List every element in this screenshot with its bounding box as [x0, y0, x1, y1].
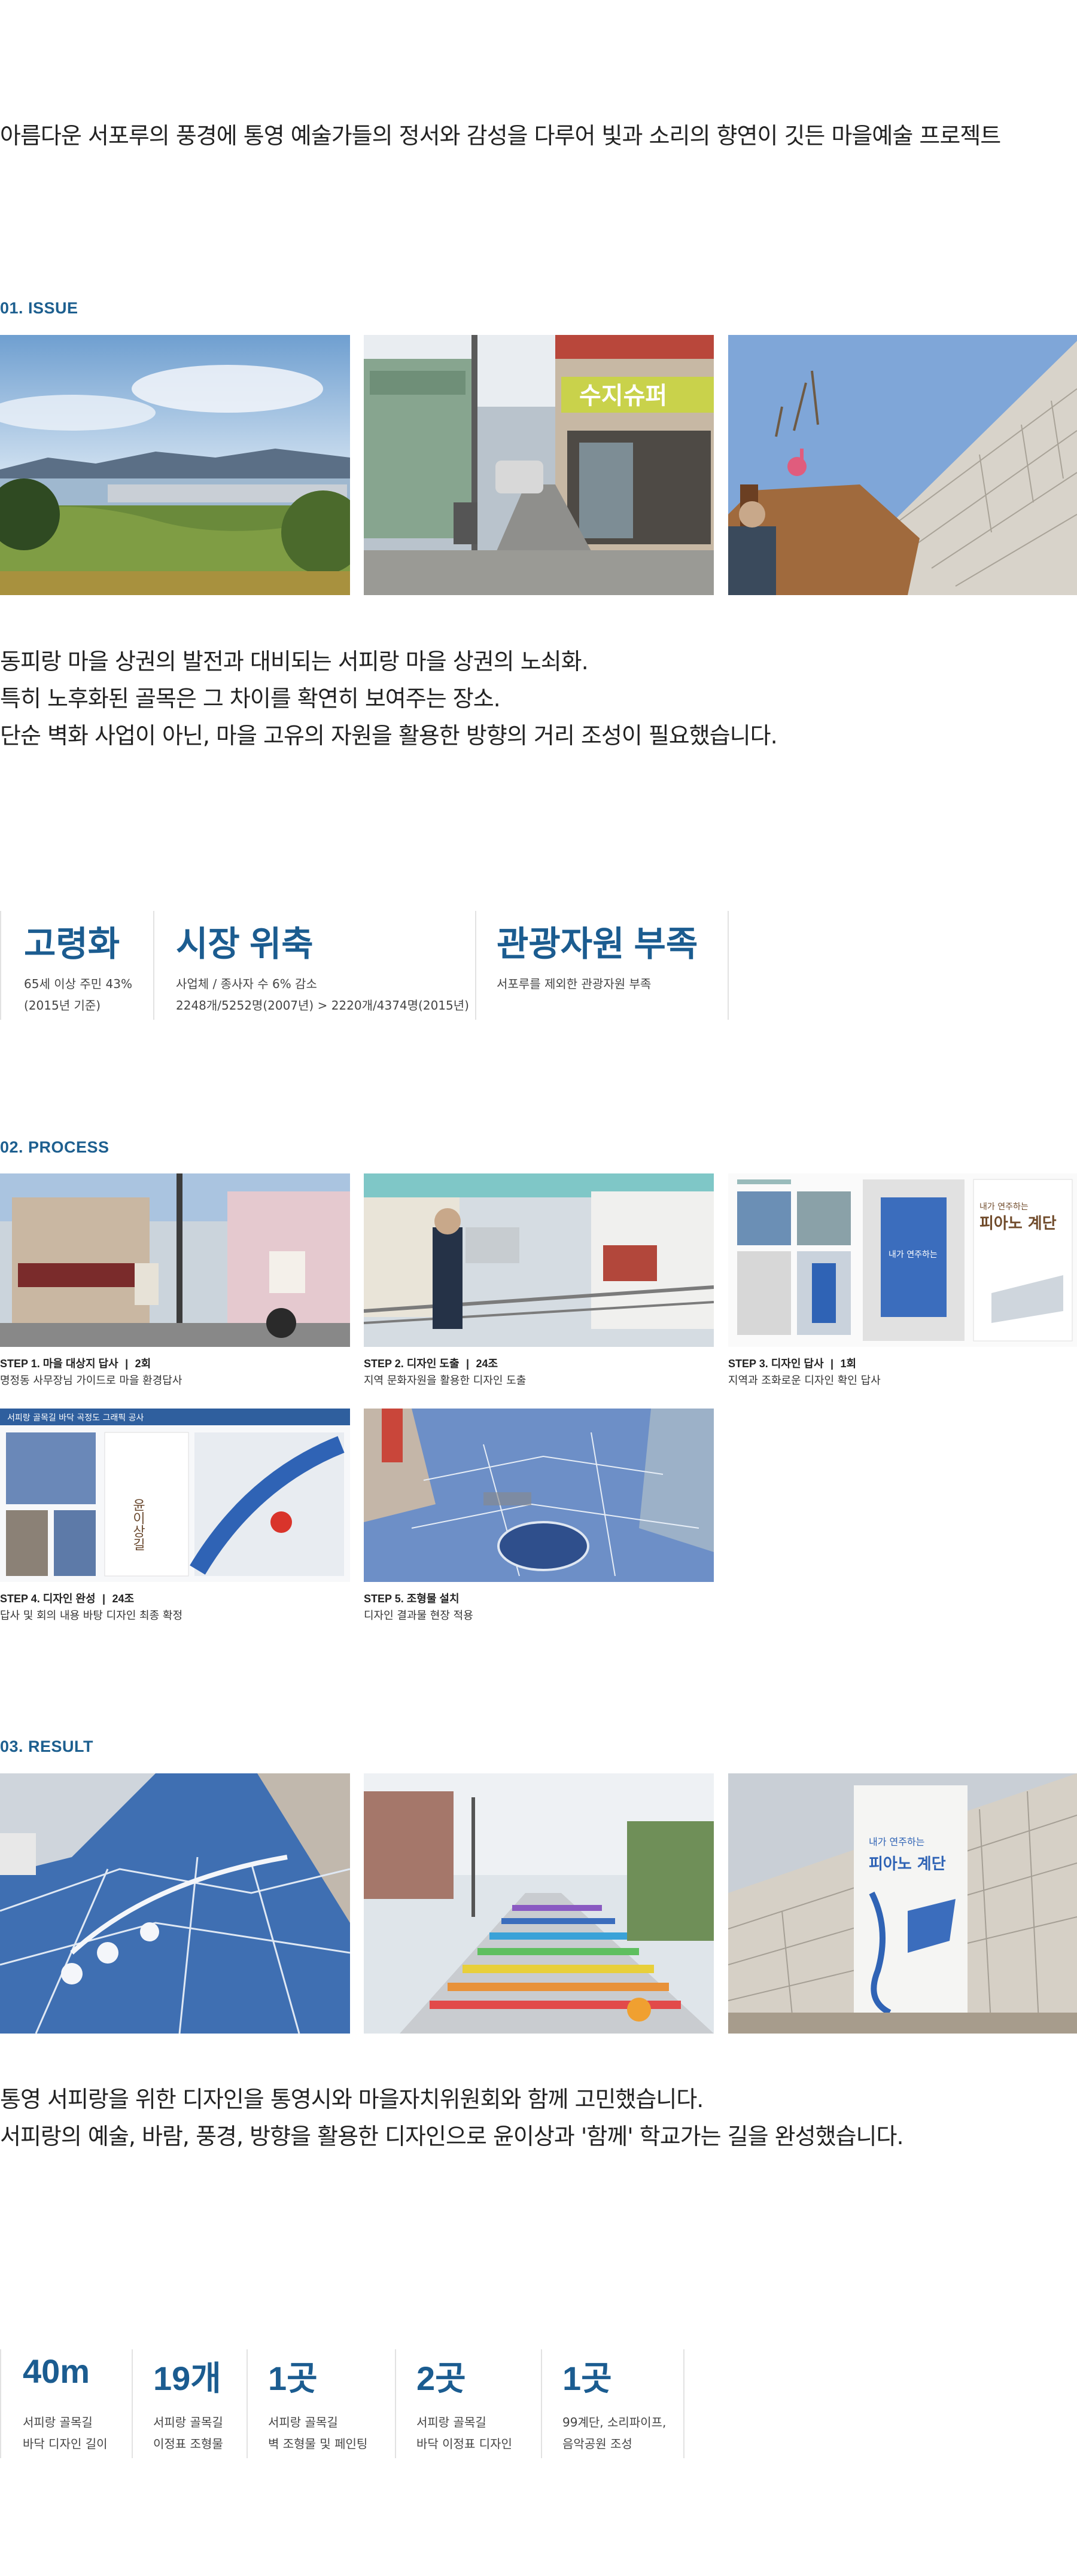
wall-text: 내가 연주하는 — [869, 1836, 924, 1848]
result-line-2: 서피랑의 예술, 바람, 풍경, 방향을 활용한 디자인으로 윤이상과 '함께'… — [0, 2123, 904, 2150]
step-separator: | — [102, 1593, 106, 1605]
step3-caption: STEP 3. 디자인 답사 | 1회지역과 조화로운 디자인 확인 답사 — [728, 1355, 881, 1389]
stat-line: 바닥 디자인 길이 — [23, 2437, 108, 2451]
board-header: 서피랑 골목길 바닥 곡정도 그래픽 공사 — [7, 1413, 144, 1423]
step-separator: | — [830, 1358, 834, 1370]
retaining-wall-photo — [728, 335, 1077, 595]
step-label: STEP 3. 디자인 답사 — [728, 1358, 824, 1370]
stat-title: 고령화 — [24, 925, 120, 964]
stat-line: 99계단, 소리파이프, — [562, 2415, 667, 2429]
step-desc: 지역 문화자원을 활용한 디자인 도출 — [364, 1374, 527, 1387]
board-text: 내가 연주하는 — [979, 1202, 1029, 1212]
step2-photo — [364, 1173, 714, 1347]
stat-line: 음악공원 조성 — [562, 2437, 632, 2451]
stat-line: (2015년 기준) — [24, 998, 101, 1013]
stat-line: 사업체 / 종사자 수 6% 감소 — [176, 977, 317, 991]
stat-line: 서피랑 골목길 — [23, 2415, 93, 2429]
step-label: STEP 2. 디자인 도출 — [364, 1358, 460, 1370]
stat-floor-length: 40m 서피랑 골목길 바닥 디자인 길이 — [0, 2349, 133, 2458]
stat-title: 관광자원 부족 — [497, 925, 698, 964]
step2-caption: STEP 2. 디자인 도출 | 24조지역 문화자원을 활용한 디자인 도출 — [364, 1355, 526, 1389]
result-heading: 03. RESULT — [0, 1737, 94, 1755]
stat-park: 1곳 99계단, 소리파이프, 음악공원 조성 — [541, 2349, 684, 2458]
step-desc: 명정동 사무장님 가이드로 마을 환경답사 — [0, 1374, 182, 1387]
stat-title: 1곳 — [268, 2359, 318, 2397]
stat-title: 1곳 — [562, 2359, 612, 2397]
step-label: STEP 4. 디자인 완성 — [0, 1593, 96, 1605]
issue-line-3: 단순 벽화 사업이 아닌, 마을 고유의 자원을 활용한 방향의 거리 조성이 … — [0, 723, 778, 749]
step-separator: | — [466, 1358, 470, 1370]
stat-title: 시장 위축 — [176, 925, 314, 964]
stat-floor-signs: 2곳 서피랑 골목길 바닥 이정표 디자인 — [395, 2349, 542, 2458]
step4-board: 서피랑 골목길 바닥 곡정도 그래픽 공사 윤이상길 — [0, 1409, 350, 1582]
stat-line: 65세 이상 주민 43% — [24, 977, 132, 991]
harbor-landscape-photo — [0, 335, 350, 595]
stat-aging: 고령화 65세 이상 주민 43% (2015년 기준) — [0, 911, 154, 1020]
stat-signposts: 19개 서피랑 골목길 이정표 조형물 — [132, 2349, 248, 2458]
stat-line: 서피랑 골목길 — [268, 2415, 338, 2429]
board-title: 윤이상길 — [130, 1498, 145, 1551]
stat-tourism: 관광자원 부족 서포루를 제외한 관광자원 부족 — [475, 911, 729, 1020]
stat-title: 19개 — [153, 2359, 221, 2397]
stat-line: 서피랑 골목길 — [416, 2415, 486, 2429]
step-count: 1회 — [840, 1358, 857, 1370]
step1-photo — [0, 1173, 350, 1347]
issue-line-2: 특히 노후화된 골목은 그 차이를 확연히 보여주는 장소. — [0, 685, 501, 712]
board-text: 내가 연주하는 — [889, 1250, 938, 1260]
result-wall-photo: 내가 연주하는 피아노 계단 — [728, 1773, 1077, 2034]
intro-text: 아름다운 서포루의 풍경에 통영 예술가들의 정서와 감성을 다루어 빛과 소리… — [0, 123, 1001, 149]
step-desc: 디자인 결과물 현장 적용 — [364, 1609, 473, 1622]
step-count: 24조 — [112, 1593, 135, 1605]
stat-line: 서피랑 골목길 — [153, 2415, 223, 2429]
stat-market: 시장 위축 사업체 / 종사자 수 6% 감소 2248개/5252명(2007… — [153, 911, 476, 1020]
alley-shops-photo: 수지슈퍼 — [364, 335, 714, 595]
step-separator: | — [125, 1358, 129, 1370]
step-label: STEP 1. 마을 대상지 답사 — [0, 1358, 118, 1370]
step1-caption: STEP 1. 마을 대상지 답사 | 2회명정동 사무장님 가이드로 마을 환… — [0, 1355, 182, 1389]
stat-wall-art: 1곳 서피랑 골목길 벽 조형물 및 페인팅 — [247, 2349, 396, 2458]
step-count: 24조 — [476, 1358, 498, 1370]
stat-line: 바닥 이정표 디자인 — [416, 2437, 512, 2451]
result-piano-stairs-photo — [364, 1773, 714, 2034]
stat-line: 서포루를 제외한 관광자원 부족 — [497, 977, 652, 991]
stat-title: 2곳 — [416, 2359, 466, 2397]
result-pavement-photo — [0, 1773, 350, 2034]
step-desc: 답사 및 회의 내용 바탕 디자인 최종 확정 — [0, 1609, 183, 1622]
stat-line: 2248개/5252명(2007년) > 2220개/4374명(2015년) — [176, 998, 469, 1013]
wall-text: 피아노 계단 — [869, 1855, 946, 1873]
stat-title: 40m — [23, 2352, 90, 2390]
step-count: 2회 — [135, 1358, 151, 1370]
result-line-1: 통영 서피랑을 위한 디자인을 통영시와 마을자치위원회와 함께 고민했습니다. — [0, 2086, 704, 2112]
step3-board: 내가 연주하는 내가 연주하는 피아노 계단 — [728, 1173, 1077, 1347]
board-title: 피아노 계단 — [979, 1215, 1057, 1233]
stat-line: 벽 조형물 및 페인팅 — [268, 2437, 368, 2451]
step-label: STEP 5. 조형물 설치 — [364, 1593, 460, 1605]
step-desc: 지역과 조화로운 디자인 확인 답사 — [728, 1374, 881, 1387]
process-heading: 02. PROCESS — [0, 1138, 109, 1156]
shop-sign-text: 수지슈퍼 — [579, 382, 667, 410]
stat-line: 이정표 조형물 — [153, 2437, 223, 2451]
step5-photo — [364, 1409, 714, 1582]
issue-line-1: 동피랑 마을 상권의 발전과 대비되는 서피랑 마을 상권의 노쇠화. — [0, 648, 589, 675]
step5-caption: STEP 5. 조형물 설치디자인 결과물 현장 적용 — [364, 1590, 473, 1624]
issue-heading: 01. ISSUE — [0, 299, 78, 317]
step4-caption: STEP 4. 디자인 완성 | 24조답사 및 회의 내용 바탕 디자인 최종… — [0, 1590, 182, 1624]
